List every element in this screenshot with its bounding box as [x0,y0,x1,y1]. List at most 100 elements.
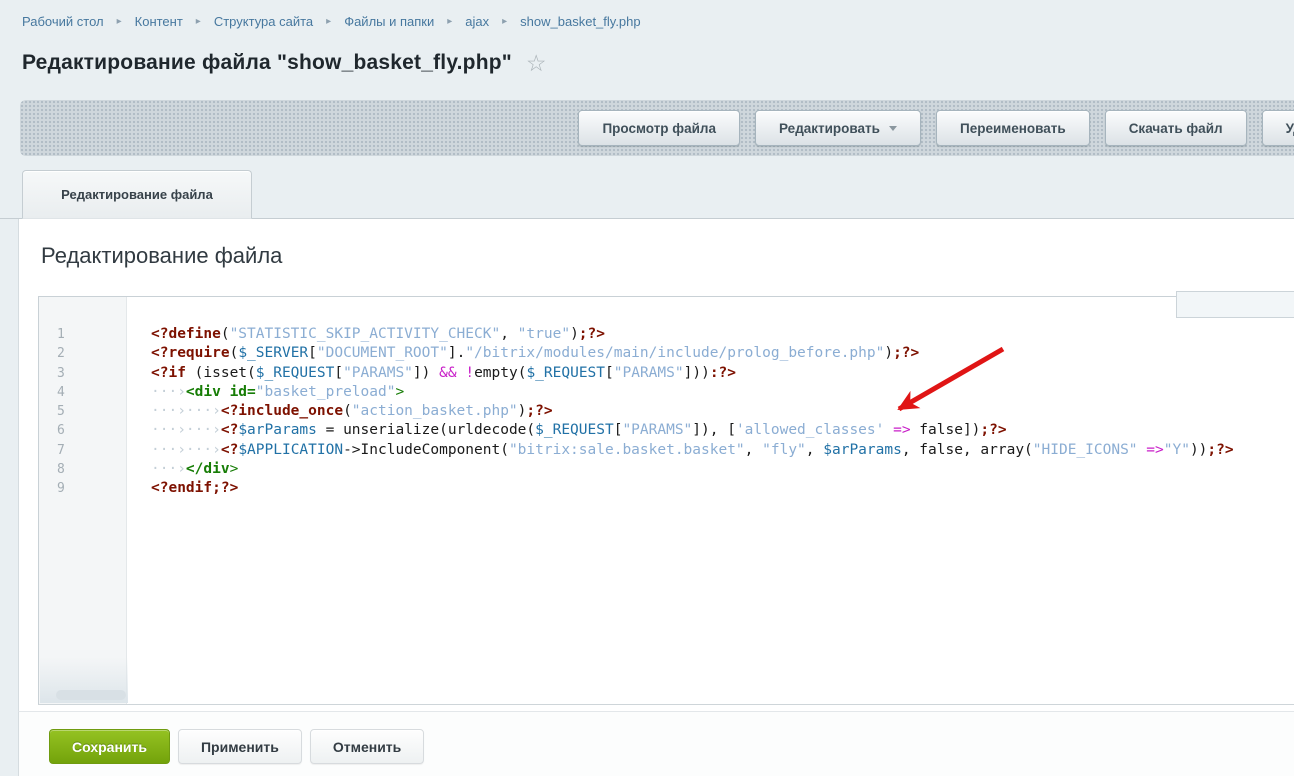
code-token [1138,442,1147,458]
code-line: ···›···›<?$APPLICATION->IncludeComponent… [151,441,1294,460]
code-token: "PARAMS" [622,422,692,438]
code-token: ;?> [579,326,605,342]
editor-hscrollbar-thumb[interactable] [56,690,126,700]
favorite-star-icon[interactable]: ☆ [526,50,547,75]
code-token: ···› [151,384,186,400]
code-token: ( [343,403,352,419]
code-token [884,422,893,438]
breadcrumb-item[interactable]: ajax [465,14,489,29]
breadcrumb-item[interactable]: Рабочий стол [22,14,104,29]
code-token: (isset( [186,365,256,381]
code-token: > [230,461,239,477]
code-token: $_REQUEST [535,422,614,438]
breadcrumb-separator-icon: ▸ [326,16,331,27]
code-token: ···›···› [151,403,221,419]
breadcrumb-item: show_basket_fly.php [520,14,640,29]
toolbar-button[interactable]: Редактировать [755,110,921,146]
line-number: 4 [39,383,126,402]
code-token: "fly" [762,442,806,458]
code-editor[interactable]: 123456789 <?define("STATISTIC_SKIP_ACTIV… [38,296,1294,705]
code-token: ) [884,345,893,361]
breadcrumb-item[interactable]: Контент [135,14,183,29]
code-token: "/bitrix/modules/main/include/prolog_bef… [465,345,884,361]
editor-top-right-panel [1176,291,1294,318]
line-number: 8 [39,460,126,479]
code-token: "Y" [1164,442,1190,458]
code-token: "basket_preload" [256,384,396,400]
editor-gutter: 123456789 [39,297,127,704]
code-token: $arParams [823,442,902,458]
tab-edit-file[interactable]: Редактирование файла [22,170,252,219]
page-title: Редактирование файла "show_basket_fly.ph… [22,51,512,75]
code-token: )) [1190,442,1207,458]
code-token: "DOCUMENT_ROOT" [317,345,448,361]
code-token: "PARAMS" [343,365,413,381]
line-number: 6 [39,421,126,440]
code-token: , false, array( [902,442,1033,458]
toolbar-button-label: Переименовать [960,121,1066,136]
title-row: Редактирование файла "show_basket_fly.ph… [22,50,547,75]
code-token: ;?> [980,422,1006,438]
toolbar: Просмотр файла Редактировать Переименовать… [20,100,1294,156]
code-token: $_REQUEST [256,365,335,381]
line-number: 2 [39,344,126,363]
code-token: ;?> [526,403,552,419]
code-token: => [1146,442,1163,458]
code-token: :?> [710,365,736,381]
form-footer: СохранитьПрименитьОтменить [18,711,1294,776]
toolbar-button[interactable]: Удалить [1262,110,1294,146]
code-token: = unserialize(urldecode( [317,422,535,438]
toolbar-button-label: Удалить [1286,121,1294,136]
line-number: 1 [39,325,126,344]
code-token: <?require [151,345,230,361]
line-number: 3 [39,364,126,383]
code-token: ])) [684,365,710,381]
code-token: 'allowed_classes' [736,422,884,438]
code-line: ···›<div id="basket_preload"> [151,383,1294,402]
code-token: , [500,326,517,342]
line-number: 5 [39,402,126,421]
code-token: ···›···› [151,442,221,458]
code-token: <?if [151,365,186,381]
line-number: 9 [39,479,126,498]
code-token: false]) [911,422,981,438]
footer-button[interactable]: Применить [178,729,302,764]
code-token: </div [186,461,230,477]
code-token: empty( [474,365,526,381]
save-button[interactable]: Сохранить [49,729,170,764]
code-token: ···›···› [151,422,221,438]
code-token: "HIDE_ICONS" [1033,442,1138,458]
code-token: ;?> [893,345,919,361]
toolbar-button[interactable]: Просмотр файла [578,110,740,146]
toolbar-button[interactable]: Скачать файл [1105,110,1247,146]
line-number: 7 [39,441,126,460]
toolbar-button[interactable]: Переименовать [936,110,1090,146]
code-token: , [745,442,762,458]
code-token: > [395,384,404,400]
code-line: <?require($_SERVER["DOCUMENT_ROOT"]."/bi… [151,344,1294,363]
code-token: "action_basket.php" [352,403,518,419]
code-token: ···› [151,461,186,477]
code-token: $_REQUEST [526,365,605,381]
code-line: <?endif;?> [151,479,1294,498]
code-token: "PARAMS" [614,365,684,381]
code-token: && [439,365,456,381]
tab-bar: Редактирование файла [0,170,1294,219]
code-line: ···›</div> [151,460,1294,479]
editor-code-area[interactable]: <?define("STATISTIC_SKIP_ACTIVITY_CHECK"… [128,297,1294,704]
code-token: <div id= [186,384,256,400]
breadcrumb-item[interactable]: Структура сайта [214,14,313,29]
section-heading: Редактирование файла [41,243,282,269]
breadcrumb-item[interactable]: Файлы и папки [344,14,434,29]
content-panel: Редактирование файла 123456789 <?define(… [18,219,1294,776]
code-token: [ [334,365,343,381]
code-token: , [806,442,823,458]
footer-button[interactable]: Отменить [310,729,424,764]
toolbar-button-label: Редактировать [779,121,880,136]
code-token: $arParams [238,422,317,438]
toolbar-button-label: Просмотр файла [602,121,716,136]
footer-button-group: СохранитьПрименитьОтменить [19,712,1294,764]
breadcrumb: Рабочий стол▸Контент▸Структура сайта▸Фай… [22,14,641,29]
code-token: <?include_once [221,403,343,419]
code-token: => [893,422,910,438]
